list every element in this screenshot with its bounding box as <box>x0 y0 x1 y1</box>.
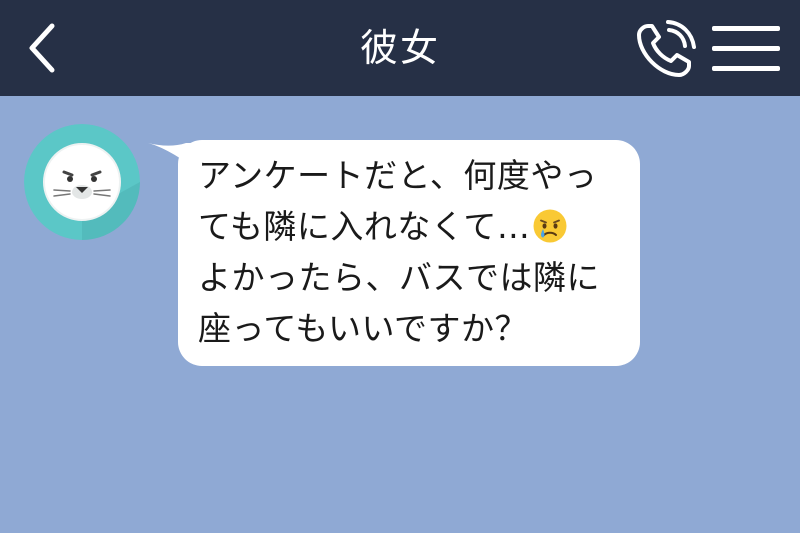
call-button[interactable] <box>634 20 696 80</box>
hamburger-menu-icon <box>712 26 780 71</box>
avatar[interactable] <box>24 124 140 240</box>
seal-avatar-icon <box>24 124 140 240</box>
menu-button[interactable] <box>710 22 782 76</box>
message-line-1: アンケートだと、何度やっ <box>198 156 598 195</box>
back-button[interactable] <box>22 18 66 78</box>
phone-icon <box>637 20 696 77</box>
chevron-left-icon <box>29 23 55 73</box>
message-line-4: 座ってもいいですか？ <box>198 309 529 348</box>
message-line-2-text: ても隣に入れなくて… <box>198 207 531 246</box>
message-bubble[interactable]: アンケートだと、何度やっ ても隣に入れなくて… よかったら、バスでは隣に 座って… <box>178 140 640 366</box>
crying-face-emoji-icon <box>533 209 567 243</box>
chat-header: 彼女 <box>0 0 800 96</box>
message-line-3: よかったら、バスでは隣に <box>198 258 600 297</box>
message-line-2: ても隣に入れなくて… <box>198 201 622 252</box>
